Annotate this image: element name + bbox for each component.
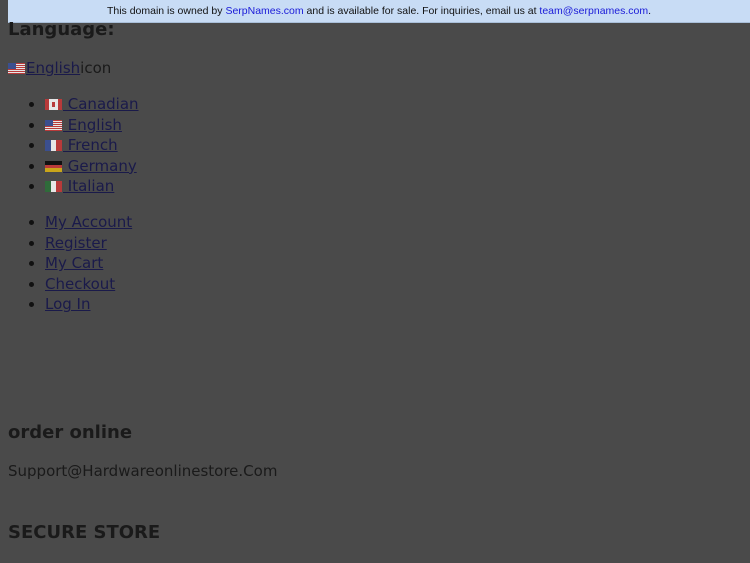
account-item-checkout[interactable]: Checkout xyxy=(45,274,132,295)
current-language-icon-alt: icon xyxy=(80,59,112,77)
language-label: Canadian xyxy=(63,95,139,113)
italy-flag-icon xyxy=(45,181,62,193)
my-cart-link[interactable]: My Cart xyxy=(45,254,103,272)
language-option-canadian[interactable]: Canadian xyxy=(45,94,139,115)
email-link[interactable]: team@serpnames.com xyxy=(539,5,648,17)
us-flag-icon xyxy=(45,119,62,131)
language-link[interactable]: Italian xyxy=(45,177,114,195)
my-account-link[interactable]: My Account xyxy=(45,213,132,231)
account-item-my-account[interactable]: My Account xyxy=(45,212,132,233)
germany-flag-icon xyxy=(45,160,62,172)
account-menu: My Account Register My Cart Checkout Log… xyxy=(8,212,132,315)
language-label: English xyxy=(63,115,122,134)
domain-sale-banner: This domain is owned by SerpNames.com an… xyxy=(8,0,750,23)
support-email: Support@Hardwareonlinestore.Com xyxy=(8,462,278,480)
account-item-log-in[interactable]: Log In xyxy=(45,294,132,315)
language-link[interactable]: English xyxy=(45,116,122,134)
log-in-link[interactable]: Log In xyxy=(45,295,91,313)
secure-store-heading: SECURE STORE xyxy=(8,522,161,543)
canada-flag-icon xyxy=(45,99,62,110)
france-flag-icon xyxy=(45,140,62,152)
owner-link[interactable]: SerpNames.com xyxy=(225,5,303,17)
account-item-register[interactable]: Register xyxy=(45,233,132,254)
language-link[interactable]: Germany xyxy=(45,157,137,175)
language-option-english[interactable]: English xyxy=(45,115,139,136)
order-online-heading: order online xyxy=(8,422,133,443)
banner-text-middle: and is available for sale. For inquiries… xyxy=(303,5,540,17)
language-option-french[interactable]: French xyxy=(45,135,139,156)
account-item-my-cart[interactable]: My Cart xyxy=(45,253,132,274)
language-label: French xyxy=(63,136,118,155)
language-label: Italian xyxy=(63,177,115,196)
banner-text-after: . xyxy=(648,5,652,17)
register-link[interactable]: Register xyxy=(45,234,107,252)
banner-text-before: This domain is owned by xyxy=(106,5,226,17)
language-option-italian[interactable]: Italian xyxy=(45,176,139,197)
language-link[interactable]: Canadian xyxy=(45,95,139,113)
current-language-link[interactable]: English xyxy=(26,59,80,77)
checkout-link[interactable]: Checkout xyxy=(45,275,115,293)
language-list: Canadian English French Germany Italian xyxy=(8,94,139,197)
language-label: Germany xyxy=(63,156,137,175)
language-link[interactable]: French xyxy=(45,136,118,154)
us-flag-icon xyxy=(8,63,25,74)
language-option-germany[interactable]: Germany xyxy=(45,156,139,177)
language-heading: Language: xyxy=(8,19,115,40)
current-language[interactable]: Englishicon xyxy=(8,59,111,77)
